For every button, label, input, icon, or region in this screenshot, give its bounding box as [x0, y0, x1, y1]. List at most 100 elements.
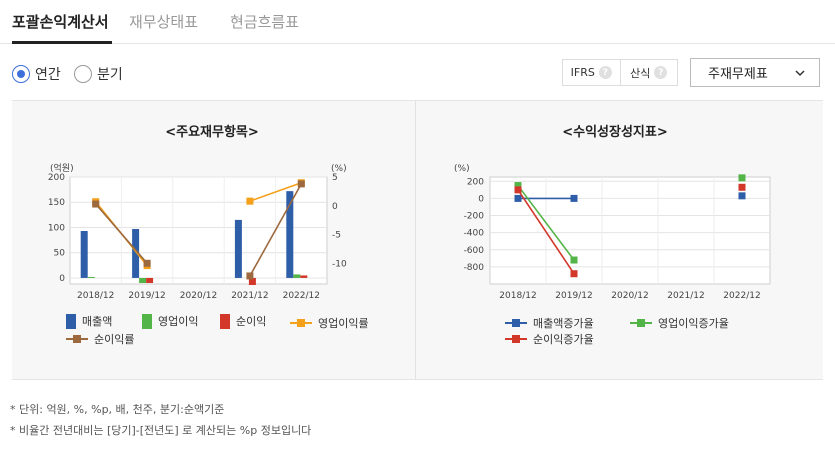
- y-tick-label: -600: [464, 246, 485, 256]
- formula-label: 산식: [630, 66, 651, 80]
- legend-item-operating-income: 영업이익: [142, 313, 198, 329]
- bar-영업이익: [293, 274, 301, 278]
- ifrs-label: IFRS: [570, 66, 595, 79]
- x-tick-label: 2018/12: [77, 291, 114, 301]
- growth-indicators-chart: 200 0 -200 -400 -600 -800 (%) 2018/12 2019/12 202…: [454, 164, 771, 301]
- y-right-tick-label: -5: [332, 231, 341, 241]
- y-right-axis-label: (%): [331, 164, 347, 174]
- legend-label: 영업이익률: [318, 317, 369, 330]
- x-tick-label: 2018/12: [499, 291, 536, 301]
- legend-item-net-growth: 순이익증가율: [505, 331, 594, 347]
- point-매출액증가율: [738, 192, 746, 200]
- point-순이익률: [246, 272, 254, 280]
- legend-item-net-margin: 순이익률: [66, 331, 134, 347]
- legend-swatch-line: [630, 318, 652, 328]
- point-영업이익증가율: [570, 256, 578, 264]
- bar-매출액: [80, 231, 88, 278]
- legend-item-sales: 매출액: [66, 313, 112, 329]
- formula-info-button[interactable]: 산식 ?: [619, 60, 678, 85]
- x-tick-label: 2019/12: [555, 291, 592, 301]
- radio-annual[interactable]: 연간: [12, 64, 61, 84]
- statement-type-select[interactable]: 주재무제표: [690, 58, 820, 87]
- legend-swatch-line: [505, 334, 527, 344]
- y-left-tick-label: 150: [48, 198, 65, 208]
- y-right-tick-label: 5: [332, 173, 338, 183]
- left-chart-title: <주요재무항목>: [165, 125, 259, 140]
- legend-label: 영업이익증가율: [658, 317, 729, 330]
- plot-area: [489, 176, 771, 285]
- legend-label: 영업이익: [158, 315, 199, 328]
- legend-label: 순이익: [236, 315, 267, 328]
- legend-swatch-bar: [142, 313, 152, 329]
- x-tick-label: 2020/12: [180, 291, 217, 301]
- unit-note: * 단위: 억원, %, %p, 배, 천주, 분기:순액기준: [10, 403, 225, 416]
- point-순이익률: [143, 259, 151, 267]
- tab-balance-sheet[interactable]: 재무상태표: [129, 11, 198, 32]
- financial-items-chart: 050100150200 50-5-10(억원) (%)2018/12 2019/12…: [48, 162, 347, 301]
- x-tick-label: 2020/12: [611, 291, 648, 301]
- tab-cash-flow[interactable]: 현금흐름표: [230, 11, 299, 32]
- footnotes: * 단위: 억원, %, %p, 배, 천주, 분기:순액기준 * 비율간 전년…: [10, 399, 311, 441]
- bar-영업이익: [87, 276, 95, 278]
- active-tab-indicator: [12, 41, 112, 44]
- radio-checked-icon: [12, 65, 30, 83]
- bar-순이익: [300, 275, 308, 278]
- point-순이익률: [297, 180, 305, 188]
- legend-swatch-line: [505, 318, 527, 328]
- y-right-tick-label: 0: [332, 202, 338, 212]
- y-tick-label: -800: [464, 263, 485, 273]
- legend-swatch-bar: [220, 313, 230, 329]
- radio-annual-label: 연간: [35, 67, 61, 83]
- chevron-down-icon: [795, 70, 805, 77]
- y-tick-label: -400: [464, 229, 485, 239]
- chart-divider: [415, 100, 416, 380]
- point-매출액증가율: [570, 194, 578, 202]
- ifrs-info-button[interactable]: IFRS ?: [563, 60, 620, 85]
- y-left-tick-label: 0: [59, 274, 65, 284]
- y-tick-label: 0: [478, 194, 484, 204]
- bar-영업이익: [139, 277, 147, 283]
- bar-순이익: [146, 277, 154, 283]
- legend-item-operating-growth: 영업이익증가율: [630, 315, 729, 331]
- x-tick-label: 2021/12: [667, 291, 704, 301]
- legend-label: 순이익증가율: [533, 333, 594, 346]
- radio-unchecked-icon: [74, 65, 92, 83]
- radio-quarterly[interactable]: 분기: [74, 64, 123, 84]
- point-순이익증가율: [738, 183, 746, 191]
- y-left-tick-label: 200: [48, 173, 65, 183]
- point-순이익률: [92, 200, 100, 208]
- y-left-tick-label: 50: [54, 249, 66, 259]
- y-left-axis-label: (억원): [50, 162, 74, 174]
- question-icon: ?: [654, 66, 668, 79]
- legend-label: 매출액: [82, 315, 113, 328]
- x-tick-label: 2022/12: [723, 291, 760, 301]
- x-tick-label: 2022/12: [283, 291, 320, 301]
- legend-swatch-line: [66, 334, 88, 344]
- legend-label: 매출액증가율: [533, 317, 594, 330]
- y-right-tick-label: -10: [332, 259, 347, 269]
- point-영업이익증가율: [738, 174, 746, 182]
- tab-income-statement[interactable]: 포괄손익계산서: [12, 11, 109, 32]
- y-tick-label: 200: [467, 177, 484, 187]
- point-순이익증가율: [570, 270, 578, 278]
- legend-item-sales-growth: 매출액증가율: [505, 315, 594, 331]
- x-tick-label: 2019/12: [128, 291, 165, 301]
- radio-quarterly-label: 분기: [97, 67, 123, 83]
- question-icon: ?: [598, 66, 612, 79]
- legend-label: 순이익률: [94, 333, 135, 346]
- legend-swatch-bar: [66, 313, 76, 329]
- point-순이익증가율: [514, 186, 522, 194]
- statement-tabs: 포괄손익계산서 재무상태표 현금흐름표: [0, 0, 835, 44]
- y-axis-label: (%): [454, 164, 470, 174]
- statement-type-value: 주재무제표: [708, 67, 768, 82]
- legend-item-operating-margin: 영업이익률: [290, 315, 369, 331]
- y-tick-label: -200: [464, 212, 485, 222]
- point-영업이익률: [246, 197, 254, 205]
- right-chart-title: <수익성장성지표>: [562, 125, 668, 140]
- y-left-tick-label: 100: [48, 223, 65, 233]
- legend-swatch-line: [290, 318, 312, 328]
- info-buttons: IFRS ? 산식 ?: [562, 59, 678, 86]
- ratio-note: * 비율간 전년대비는 [당기]-[전년도] 로 계산되는 %p 정보입니다: [10, 424, 312, 437]
- bar-매출액: [234, 219, 242, 278]
- legend-item-net-income: 순이익: [220, 313, 266, 329]
